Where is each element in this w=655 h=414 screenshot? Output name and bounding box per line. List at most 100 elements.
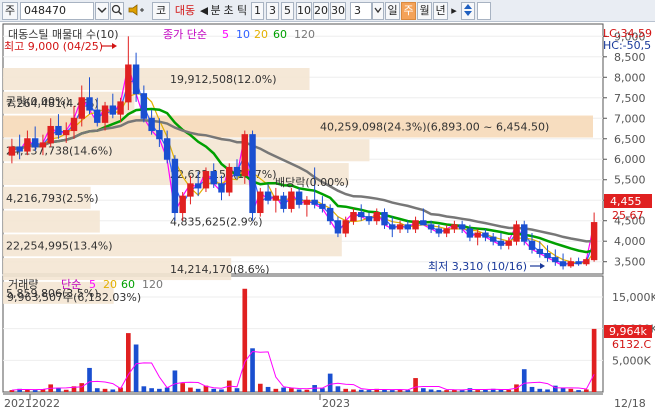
period-day-button[interactable]: 일 bbox=[385, 2, 400, 20]
candle-down bbox=[55, 125, 62, 136]
x-label-2023: 2023 bbox=[322, 397, 350, 410]
volume-bar bbox=[304, 389, 310, 392]
current-price: 4,455 bbox=[610, 195, 642, 208]
extra-input[interactable] bbox=[477, 2, 491, 20]
candle-up bbox=[288, 191, 295, 209]
volume-panel-title: 거래량 bbox=[8, 278, 38, 291]
stock-name: 대동 bbox=[174, 4, 196, 17]
candle-up bbox=[443, 228, 450, 234]
candle-down bbox=[420, 220, 427, 226]
candle-up bbox=[567, 261, 575, 267]
price-ma-60: 60 bbox=[273, 28, 287, 41]
second-button[interactable]: 초 bbox=[222, 2, 235, 20]
volume-bar bbox=[389, 390, 395, 392]
interval-dropdown-icon[interactable] bbox=[372, 2, 384, 20]
price-ma-legend-prefix: 종가 단순 bbox=[163, 28, 207, 41]
candle-up bbox=[583, 259, 590, 265]
candle-down bbox=[163, 138, 171, 160]
candle-up bbox=[373, 212, 380, 222]
minute-button[interactable]: 분 bbox=[209, 2, 222, 20]
volume-bar bbox=[79, 383, 85, 392]
candle-down bbox=[86, 97, 93, 111]
volume-peak-note: 9,963,507주(6,132.03%) bbox=[7, 291, 141, 304]
volume-bar bbox=[343, 388, 349, 392]
volume-bar bbox=[141, 386, 147, 392]
volume-bar bbox=[157, 388, 162, 392]
interval-button-1[interactable]: 1 bbox=[251, 2, 264, 20]
candle-down bbox=[194, 183, 202, 189]
next-arrow-button[interactable]: ▸ bbox=[448, 2, 460, 20]
volume-bar bbox=[219, 389, 224, 392]
search-icon[interactable] bbox=[110, 2, 124, 20]
candle-down bbox=[552, 257, 559, 263]
volume-bar bbox=[327, 373, 333, 392]
candle-up bbox=[202, 171, 210, 189]
candle-up bbox=[272, 195, 280, 201]
volume-bar bbox=[397, 389, 403, 392]
price-volume-chart[interactable]: 19,912,508(12.0%)7,264,481(4.4%)40,259,0… bbox=[0, 22, 655, 414]
interval-button-20[interactable]: 20 bbox=[313, 2, 329, 20]
volume-profile-label: 22,254,995(13.4%) bbox=[6, 239, 113, 252]
interval-button-3[interactable]: 3 bbox=[266, 2, 279, 20]
candle-down bbox=[575, 261, 582, 265]
price-tick-label: 8,500 bbox=[614, 51, 646, 64]
chevron-down-icon[interactable] bbox=[95, 2, 109, 20]
candle-down bbox=[94, 109, 101, 123]
volume-bar bbox=[102, 388, 108, 392]
volume-bar bbox=[537, 388, 543, 392]
candle-down bbox=[466, 228, 474, 238]
volume-bar bbox=[428, 389, 434, 392]
volume-profile-label: 4,216,793(2.5%) bbox=[6, 192, 99, 205]
interval-button-30[interactable]: 30 bbox=[330, 2, 346, 20]
interval-button-10[interactable]: 10 bbox=[296, 2, 312, 20]
volume-bar bbox=[94, 388, 100, 392]
volume-ma-60: 60 bbox=[121, 278, 135, 291]
candle-down bbox=[280, 195, 287, 209]
volume-bar bbox=[475, 390, 480, 392]
candle-up bbox=[396, 224, 404, 230]
price-ma-5: 5 bbox=[222, 28, 229, 41]
volume-ma-120: 120 bbox=[142, 278, 163, 291]
period-week-button[interactable]: 주 bbox=[401, 2, 416, 20]
candle-down bbox=[311, 199, 318, 205]
market-select[interactable]: 주 bbox=[2, 2, 18, 20]
up-down-arrows-icon[interactable] bbox=[461, 2, 475, 20]
candle-down bbox=[171, 158, 179, 214]
period-year-button[interactable]: 년 bbox=[433, 2, 448, 20]
volume-tick-label: 5,000K bbox=[612, 354, 651, 367]
interval-input[interactable]: 3 bbox=[350, 2, 372, 20]
volume-bar bbox=[545, 389, 550, 392]
candle-down bbox=[31, 138, 39, 148]
interval-button-5[interactable]: 5 bbox=[281, 2, 294, 20]
volume-bar bbox=[265, 386, 271, 392]
price-tick-label: 6,000 bbox=[614, 153, 646, 166]
volume-bar bbox=[180, 383, 185, 392]
period-month-button[interactable]: 월 bbox=[417, 2, 432, 20]
candle-up bbox=[241, 134, 248, 177]
candle-down bbox=[218, 183, 225, 193]
tick-button[interactable]: 틱 bbox=[235, 2, 249, 20]
stock-code-input[interactable]: 048470 bbox=[20, 2, 94, 20]
current-change: 25.67 bbox=[612, 209, 644, 222]
volume-bar bbox=[413, 378, 418, 392]
candle-down bbox=[389, 224, 396, 230]
volume-bar bbox=[63, 389, 69, 392]
volume-bar bbox=[273, 388, 279, 392]
candle-down bbox=[365, 216, 373, 222]
candle-down bbox=[489, 236, 497, 242]
speaker-icon[interactable] bbox=[125, 2, 151, 20]
volume-bar bbox=[351, 389, 356, 392]
price-ma-20: 20 bbox=[254, 28, 268, 41]
price-tick-label: 4,000 bbox=[614, 235, 646, 248]
candle-up bbox=[101, 105, 109, 123]
candle-up bbox=[451, 224, 458, 230]
volume-bar bbox=[211, 388, 217, 392]
prev-arrow-button[interactable]: ◀ bbox=[199, 2, 209, 20]
mode-button[interactable]: 코 bbox=[152, 2, 170, 20]
high-note: 최고 9,000 (04/25) bbox=[4, 40, 103, 53]
volume-ma-5: 5 bbox=[89, 278, 96, 291]
candle-up bbox=[8, 146, 16, 156]
x-label-end: 12/18 bbox=[614, 397, 646, 410]
volume-bar bbox=[483, 389, 488, 392]
candle-down bbox=[544, 253, 551, 259]
